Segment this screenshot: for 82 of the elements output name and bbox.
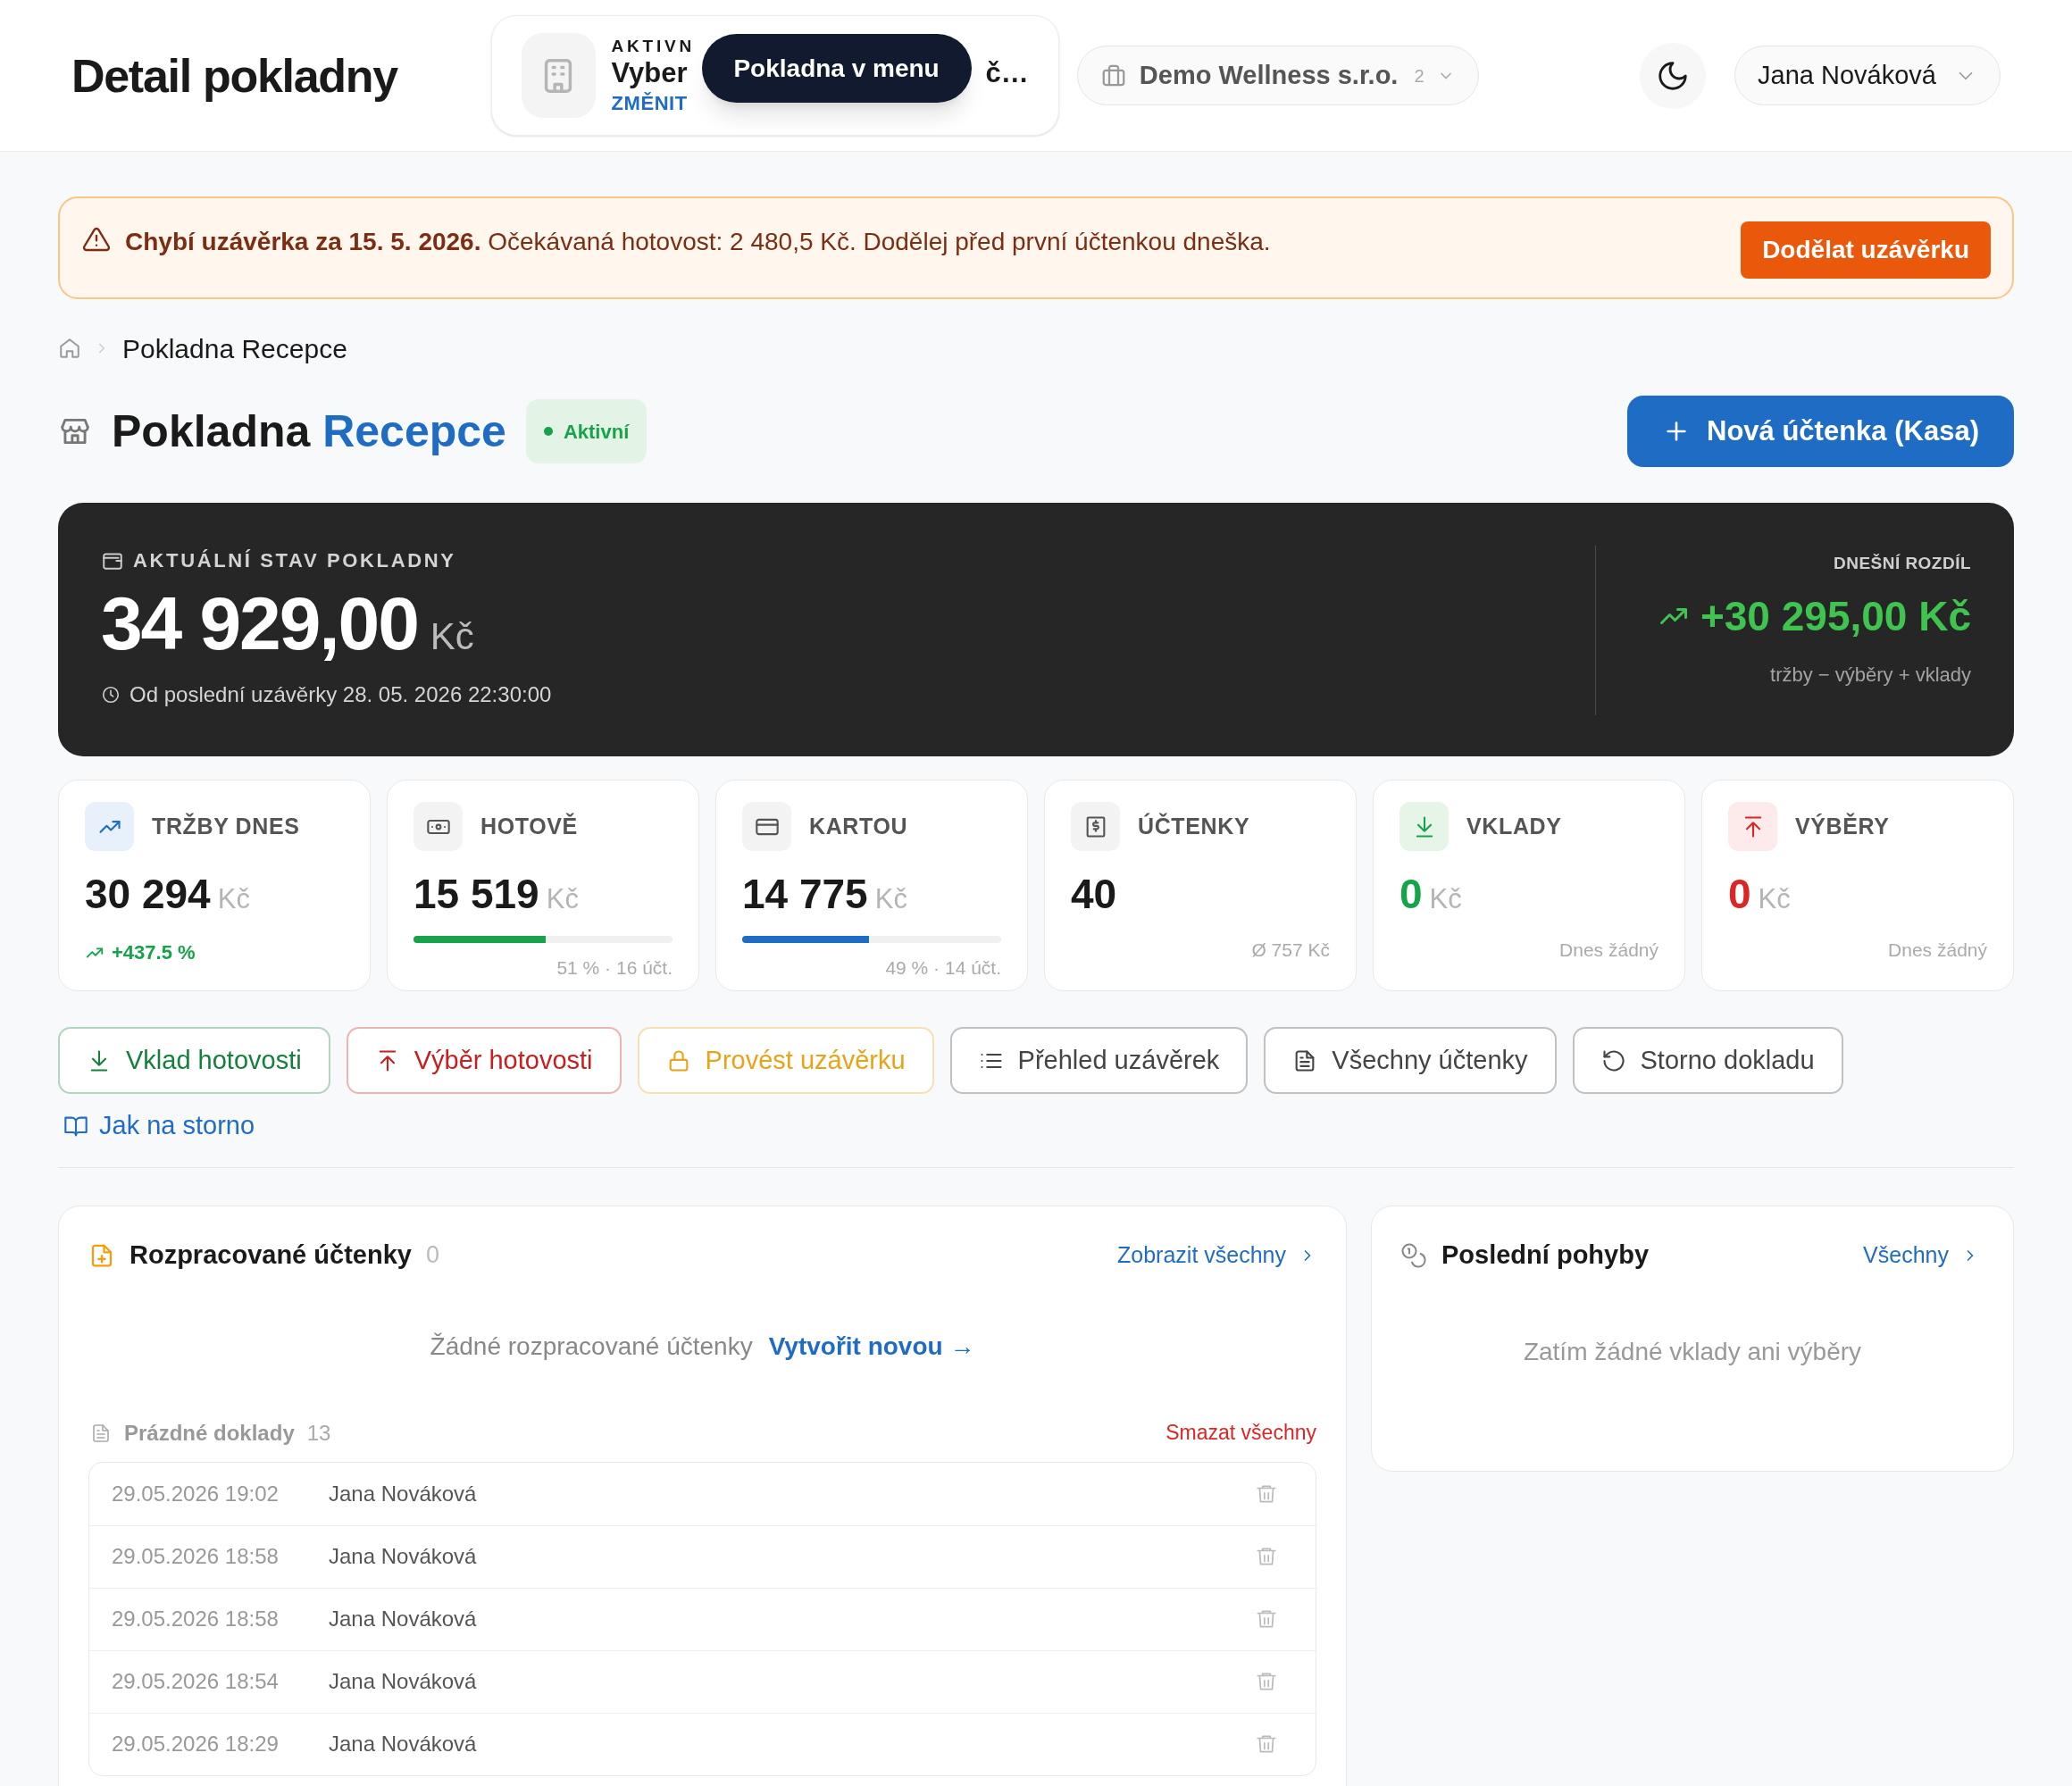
page-heading: Pokladna Recepce [112, 405, 506, 458]
user-name-text: Jana Nováková [329, 1543, 478, 1570]
stat-label: VÝBĚRY [1795, 812, 1890, 840]
register-name: Vyber [611, 56, 688, 91]
help-link[interactable]: Jak na storno [63, 1106, 255, 1146]
show-all-link[interactable]: Zobrazit všechny [1117, 1238, 1316, 1273]
stat-label: TRŽBY DNES [152, 812, 300, 840]
panel-title: Poslední pohyby [1441, 1239, 1650, 1271]
clock-icon [101, 685, 121, 705]
empty-state-text: Zatím žádné vklady ani výběry [1523, 1336, 1862, 1367]
date-time-text: 29.05.2026 18:54 [112, 1668, 280, 1695]
currency-label: Kč [1758, 882, 1791, 916]
trash-icon [1255, 1545, 1278, 1568]
stat-label: KARTOU [809, 812, 908, 840]
trash-icon [1255, 1607, 1278, 1631]
stat-value: 15 519 [414, 870, 539, 919]
user-name-text: Jana Nováková [329, 1731, 478, 1757]
last-closing-text: Od poslední uzávěrky 28. 05. 2026 22:30:00 [130, 681, 552, 708]
stat-label: VKLADY [1466, 812, 1562, 840]
action-button[interactable]: Všechny účtenky [1264, 1027, 1557, 1094]
balance-label: AKTUÁLNÍ STAV POKLADNY [133, 548, 456, 573]
currency-label: Kč [546, 882, 579, 916]
user-name-text: Jana Nováková [329, 1606, 478, 1632]
page-title: Detail pokladny [71, 48, 397, 104]
register-name: č… [985, 56, 1029, 91]
currency-label: Kč [874, 882, 907, 916]
trend-value: +437.5 % [112, 940, 196, 965]
date-time-text: 29.05.2026 18:58 [112, 1543, 280, 1570]
status-badge: Aktivní [525, 399, 648, 463]
action-button[interactable]: Vklad hotovosti [58, 1027, 330, 1094]
trash-icon [1255, 1732, 1278, 1756]
count-label: 13 [306, 1419, 331, 1447]
new-receipt-button[interactable]: Nová účtenka (Kasa) [1627, 396, 2014, 467]
stat-label: HOTOVĚ [480, 812, 578, 840]
stat-value: 0 [1728, 870, 1751, 919]
trash-icon [1255, 1670, 1278, 1693]
date-time-text: 29.05.2026 18:58 [112, 1606, 280, 1632]
register-picker[interactable]: AKTIVN Vyber Pokladna v menu č… ZMĚNIT [490, 15, 1059, 136]
diff-formula: tržby − výběry + vklady [1770, 662, 1971, 688]
user-name-text: Jana Nováková [329, 1668, 478, 1695]
currency-label: Kč [217, 882, 250, 916]
diff-label: DNEŠNÍ ROZDÍL [1834, 553, 1971, 574]
stat-note: Ø 757 Kč [1251, 939, 1330, 962]
stat-note: Dnes žádný [1888, 939, 1987, 962]
currency-label: Kč [430, 614, 474, 659]
company-count: 2 [1414, 64, 1424, 88]
stat-note: Dnes žádný [1559, 939, 1658, 962]
stat-value: 30 294 [85, 870, 211, 919]
breadcrumb-item[interactable]: Pokladna Recepce [122, 328, 347, 369]
date-time-text: 29.05.2026 18:29 [112, 1731, 280, 1757]
tooltip: Pokladna v menu [701, 33, 972, 103]
home-icon [58, 337, 81, 360]
company-selector[interactable]: Demo Wellness s.r.o. 2 [1076, 46, 1479, 105]
balance-amount: 34 929,00 [101, 586, 418, 661]
warning-icon [82, 225, 111, 254]
action-button[interactable]: Výběr hotovosti [346, 1027, 622, 1094]
coins-icon [1400, 1241, 1427, 1269]
action-button[interactable]: Storno dokladu [1572, 1027, 1843, 1094]
stat-value: 40 [1071, 870, 1117, 919]
date-time-text: 29.05.2026 19:02 [112, 1480, 280, 1507]
undo-icon [1600, 1047, 1626, 1073]
user-menu[interactable]: Jana Nováková [1734, 46, 2001, 105]
diff-amount: +30 295,00 Kč [1700, 591, 1971, 641]
delete-all-link[interactable]: Smazat všechny [1166, 1417, 1316, 1448]
empty-state-text: Žádné rozpracované účtenky [430, 1331, 753, 1362]
currency-label: Kč [1429, 882, 1462, 916]
stat-note: 49 % · 14 účt. [885, 956, 1001, 980]
user-name-text: Jana Nováková [329, 1480, 478, 1507]
show-all-link[interactable]: Všechny [1863, 1238, 1979, 1273]
action-button[interactable]: Přehled uzávěrek [949, 1027, 1249, 1094]
stat-value: 0 [1399, 870, 1423, 919]
alert-text: Chybí uzávěrka za 15. 5. 2026. Očekávaná hotovost: 2 480,5 Kč. Dodělej před první účtenkou dneška. [125, 227, 1272, 257]
stat-value: 14 775 [742, 870, 868, 919]
register-status: AKTIVN [611, 35, 697, 57]
stat-label: ÚČTENKY [1138, 812, 1250, 840]
count-label: 0 [425, 1240, 439, 1271]
finish-closing-button[interactable]: Dodělat uzávěrku [1741, 221, 1991, 279]
document-icon [90, 1422, 112, 1444]
panel-title: Rozpracované účtenky [130, 1239, 412, 1271]
stat-note: 51 % · 16 účt. [556, 956, 673, 980]
create-new-link[interactable]: Vytvořit novou → [768, 1327, 975, 1365]
section-title: Prázdné doklady [124, 1419, 295, 1447]
